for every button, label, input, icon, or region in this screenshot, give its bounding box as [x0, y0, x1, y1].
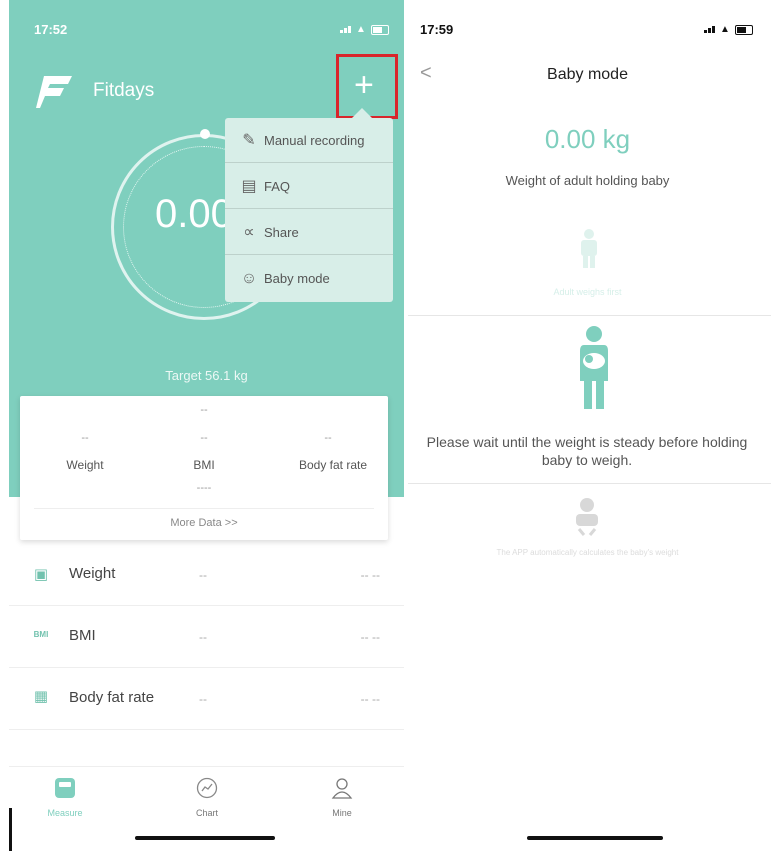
- menu-item-faq[interactable]: ▤ FAQ: [225, 164, 393, 209]
- signal-icon: [704, 26, 715, 33]
- menu-item-manual-recording[interactable]: ✎ Manual recording: [225, 118, 393, 163]
- battery-icon: [734, 24, 753, 35]
- list-item-value: --: [199, 692, 207, 706]
- brand-name: Fitdays: [93, 80, 155, 101]
- mid-value: ----: [196, 482, 212, 494]
- scale-icon: [55, 778, 75, 798]
- bodyfat-label: Body fat rate: [298, 458, 368, 472]
- home-indicator: [135, 836, 275, 840]
- status-icons: ▲: [704, 24, 753, 35]
- status-icons: ▲: [340, 24, 389, 35]
- chart-icon: [196, 777, 218, 799]
- fitdays-logo-icon: [36, 74, 74, 115]
- list-item-label: BMI: [69, 627, 96, 644]
- list-item-label: Weight: [69, 565, 116, 582]
- adult-figure-icon: [576, 228, 602, 275]
- list-item-date: -- --: [360, 568, 380, 582]
- bodyfat-value: --: [324, 432, 332, 444]
- summary-card: -- -- -- -- Weight BMI Body fat rate ---…: [20, 396, 388, 540]
- baby-mode-screen: 17:59 ▲ < Baby mode 0.00 kg Weight of ad…: [404, 0, 771, 851]
- add-dropdown-menu: ✎ Manual recording ▤ FAQ ∝ Share ☺ Baby …: [225, 118, 393, 302]
- more-data-link[interactable]: More Data >>: [20, 517, 388, 529]
- home-indicator: [527, 836, 663, 840]
- wifi-icon: ▲: [356, 24, 366, 35]
- scale-small-icon: ▣: [33, 566, 49, 583]
- card-divider: [34, 508, 374, 509]
- baby-weight-value: 0.00 kg: [544, 124, 631, 154]
- tab-mine[interactable]: Mine: [307, 777, 377, 818]
- status-time: 17:59: [420, 22, 454, 37]
- baby-icon: ☺: [240, 269, 258, 287]
- menu-item-label: FAQ: [264, 178, 291, 194]
- tab-label: Mine: [332, 808, 352, 818]
- share-icon: ∝: [243, 224, 255, 241]
- list-item-label: Body fat rate: [69, 689, 155, 706]
- list-item-weight[interactable]: ▣ Weight -- -- --: [9, 543, 404, 606]
- divider: [408, 315, 771, 316]
- list-item-bmi[interactable]: BMI BMI -- -- --: [9, 605, 404, 668]
- divider: [408, 483, 771, 484]
- status-time: 17:52: [34, 22, 68, 37]
- bmi-icon: BMI: [33, 630, 49, 639]
- baby-figure-icon: [572, 497, 602, 544]
- adult-holding-baby-icon: [576, 325, 612, 414]
- ring-indicator-dot: [200, 129, 210, 139]
- tab-measure[interactable]: Measure: [30, 777, 100, 818]
- list-item-value: --: [199, 568, 207, 582]
- tab-chart[interactable]: Chart: [172, 777, 242, 818]
- menu-item-label: Manual recording: [264, 132, 365, 148]
- battery-icon: [370, 24, 389, 35]
- list-item-body-fat[interactable]: ▦ Body fat rate -- -- --: [9, 667, 404, 730]
- top-value: --: [200, 404, 208, 416]
- instruction-text: Please wait until the weight is steady b…: [426, 434, 748, 468]
- step3-text: The APP automatically calculates the bab…: [496, 548, 679, 557]
- edit-icon: ✎: [242, 132, 256, 149]
- bmi-value: --: [200, 432, 208, 444]
- edge-mark: [9, 808, 12, 851]
- list-item-value: --: [199, 630, 207, 644]
- menu-item-label: Baby mode: [264, 271, 330, 286]
- list-item-date: -- --: [360, 692, 380, 706]
- user-icon: [331, 778, 353, 799]
- weight-label: Weight: [66, 458, 104, 472]
- current-weight: 0.00: [155, 192, 233, 236]
- signal-icon: [340, 26, 351, 33]
- weight-subtitle: Weight of adult holding baby: [505, 173, 670, 188]
- add-button[interactable]: +: [354, 66, 374, 105]
- target-weight: Target 56.1 kg: [165, 368, 248, 383]
- book-icon: ▤: [241, 178, 257, 195]
- list-item-date: -- --: [360, 630, 380, 644]
- body-fat-icon: ▦: [33, 688, 49, 705]
- bmi-label: BMI: [193, 458, 215, 472]
- tab-label: Chart: [195, 808, 218, 818]
- menu-item-baby-mode[interactable]: ☺ Baby mode: [225, 256, 393, 301]
- menu-item-share[interactable]: ∝ Share: [225, 210, 393, 255]
- page-title: Baby mode: [547, 66, 628, 83]
- weight-value: --: [81, 432, 89, 444]
- home-screen: 17:52 ▲ Fitdays + 0.00 ✎ Manual recordin…: [0, 0, 404, 851]
- step1-text: Adult weighs first: [553, 287, 622, 297]
- tab-label: Measure: [47, 808, 83, 818]
- menu-pointer: [352, 108, 372, 118]
- menu-item-label: Share: [264, 224, 299, 240]
- wifi-icon: ▲: [720, 24, 730, 35]
